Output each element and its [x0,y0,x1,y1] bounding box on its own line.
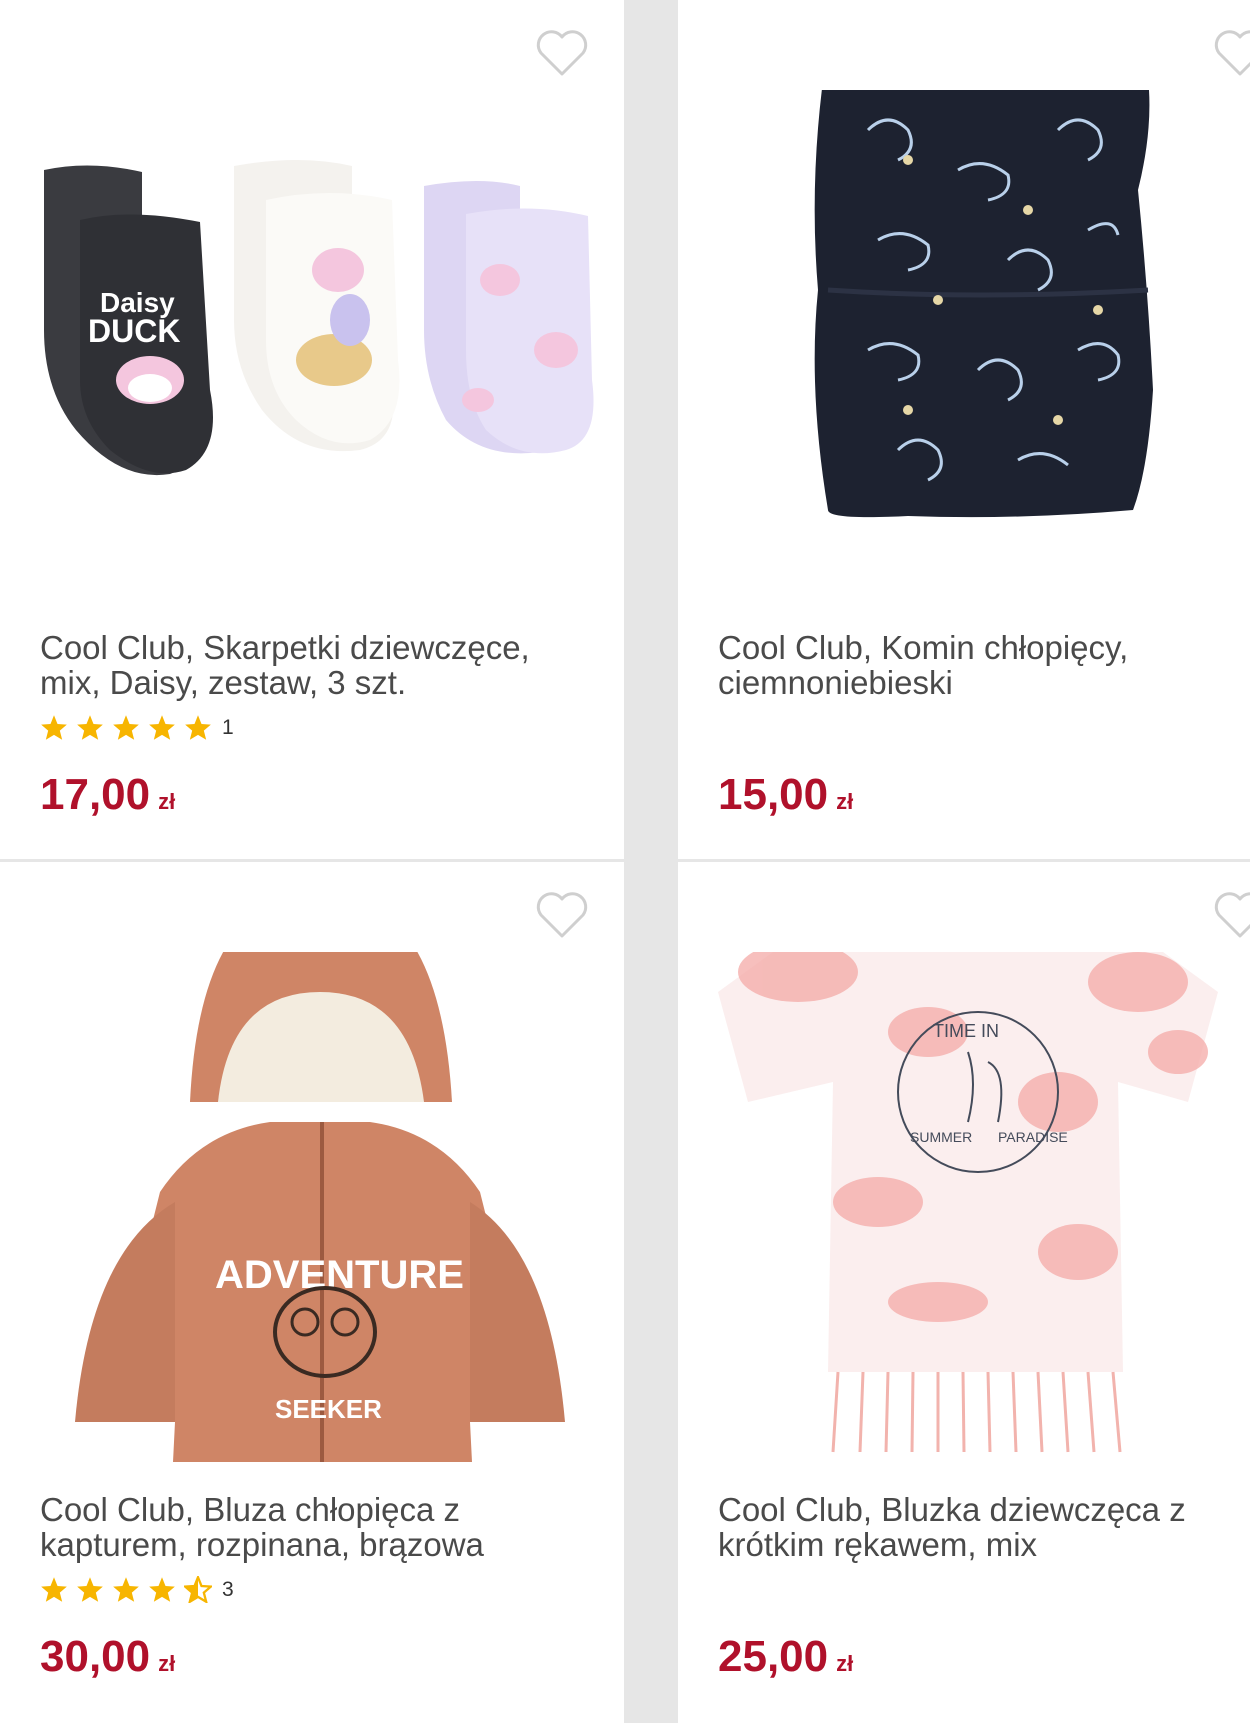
product-image[interactable]: TIME IN SUMMER PARADISE [678,952,1250,1462]
half-star-icon [184,1576,212,1603]
star-icon [185,715,211,740]
heart-icon[interactable] [535,28,589,78]
price-currency: zł [158,789,176,814]
star-icon [41,715,67,740]
star-icon [149,715,175,740]
rating: 1 [40,714,234,741]
price-currency: zł [158,1651,176,1676]
product-card[interactable]: TIME IN SUMMER PARADISE Cool Club, Bluzk… [678,862,1250,1723]
star-icon [149,1577,175,1602]
price-amount: 25,00 [718,1632,829,1681]
star-icon [113,715,139,740]
star-icon [77,715,103,740]
price-amount: 30,00 [40,1632,151,1681]
svg-text:SEEKER: SEEKER [275,1394,382,1424]
svg-text:TIME IN: TIME IN [933,1021,999,1041]
svg-text:SUMMER: SUMMER [910,1129,972,1145]
product-image[interactable]: Daisy DUCK [0,90,624,600]
price: 25,00 zł [718,1632,853,1682]
heart-icon[interactable] [1213,28,1250,78]
svg-text:DUCK: DUCK [88,313,180,349]
star-icon [113,1577,139,1602]
heart-icon[interactable] [535,890,589,940]
rating-count: 3 [222,1577,234,1601]
product-card[interactable]: Cool Club, Komin chłopięcy, ciemnoniebie… [678,0,1250,859]
rating: 3 [40,1576,234,1603]
product-title[interactable]: Cool Club, Skarpetki dziewczęce, mix, Da… [40,630,560,700]
product-image[interactable]: ADVENTURE SEEKER [0,952,624,1462]
product-title[interactable]: Cool Club, Bluzka dziewczęca z krótkim r… [718,1492,1238,1562]
price: 30,00 zł [40,1632,175,1682]
price: 15,00 zł [718,770,853,820]
product-image[interactable] [678,90,1250,600]
price: 17,00 zł [40,770,175,820]
price-amount: 15,00 [718,770,829,819]
product-title[interactable]: Cool Club, Komin chłopięcy, ciemnoniebie… [718,630,1238,700]
product-card[interactable]: Daisy DUCK Cool Club, Skarpetki dziewczę… [0,0,624,859]
product-card[interactable]: ADVENTURE SEEKER Cool Club, Bluza chłopi… [0,862,624,1723]
heart-icon[interactable] [1213,890,1250,940]
price-currency: zł [836,1651,854,1676]
price-currency: zł [836,789,854,814]
product-title[interactable]: Cool Club, Bluza chłopięca z kapturem, r… [40,1492,560,1562]
svg-text:PARADISE: PARADISE [998,1129,1068,1145]
rating-count: 1 [222,715,234,739]
star-icon [77,1577,103,1602]
star-icon [41,1577,67,1602]
price-amount: 17,00 [40,770,151,819]
